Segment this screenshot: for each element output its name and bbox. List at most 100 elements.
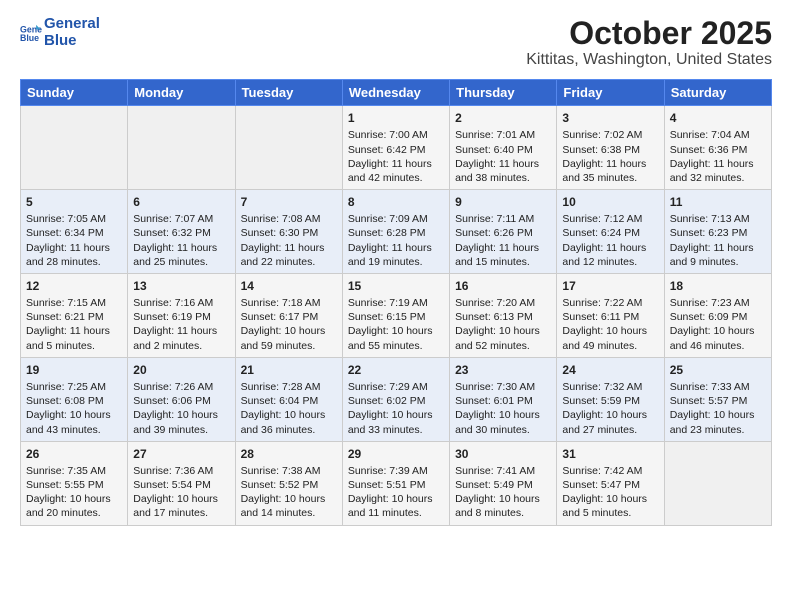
day-info: and 49 minutes.: [562, 339, 658, 353]
day-info: Sunrise: 7:20 AM: [455, 296, 551, 310]
day-info: Daylight: 11 hours: [455, 241, 551, 255]
page: General Blue General Blue October 2025 K…: [0, 0, 792, 536]
day-info: Daylight: 11 hours: [241, 241, 337, 255]
day-info: Daylight: 11 hours: [562, 157, 658, 171]
day-info: Sunrise: 7:28 AM: [241, 380, 337, 394]
day-info: Sunrise: 7:04 AM: [670, 128, 766, 142]
day-info: Sunset: 6:23 PM: [670, 226, 766, 240]
day-info: Sunset: 6:08 PM: [26, 394, 122, 408]
table-row: 24Sunrise: 7:32 AMSunset: 5:59 PMDayligh…: [557, 357, 664, 441]
svg-text:Blue: Blue: [20, 33, 39, 43]
day-info: Daylight: 10 hours: [455, 324, 551, 338]
day-info: Sunset: 5:55 PM: [26, 478, 122, 492]
logo: General Blue General Blue: [20, 16, 100, 49]
day-number: 8: [348, 194, 444, 210]
day-number: 6: [133, 194, 229, 210]
calendar-week-row: 19Sunrise: 7:25 AMSunset: 6:08 PMDayligh…: [21, 357, 772, 441]
day-info: Sunrise: 7:01 AM: [455, 128, 551, 142]
day-info: and 59 minutes.: [241, 339, 337, 353]
day-number: 1: [348, 110, 444, 126]
day-info: Sunrise: 7:18 AM: [241, 296, 337, 310]
day-info: and 46 minutes.: [670, 339, 766, 353]
day-info: and 52 minutes.: [455, 339, 551, 353]
day-info: Sunrise: 7:11 AM: [455, 212, 551, 226]
day-number: 30: [455, 446, 551, 462]
day-info: Sunset: 6:36 PM: [670, 143, 766, 157]
table-row: 29Sunrise: 7:39 AMSunset: 5:51 PMDayligh…: [342, 441, 449, 525]
table-row: 21Sunrise: 7:28 AMSunset: 6:04 PMDayligh…: [235, 357, 342, 441]
day-info: Sunset: 6:13 PM: [455, 310, 551, 324]
day-number: 27: [133, 446, 229, 462]
day-info: Daylight: 10 hours: [562, 408, 658, 422]
day-info: and 25 minutes.: [133, 255, 229, 269]
day-info: Sunset: 5:47 PM: [562, 478, 658, 492]
day-number: 24: [562, 362, 658, 378]
table-row: 2Sunrise: 7:01 AMSunset: 6:40 PMDaylight…: [450, 106, 557, 190]
day-info: Sunrise: 7:26 AM: [133, 380, 229, 394]
day-info: Sunset: 6:42 PM: [348, 143, 444, 157]
day-info: Sunrise: 7:38 AM: [241, 464, 337, 478]
day-info: Daylight: 10 hours: [26, 408, 122, 422]
table-row: 20Sunrise: 7:26 AMSunset: 6:06 PMDayligh…: [128, 357, 235, 441]
table-row: 17Sunrise: 7:22 AMSunset: 6:11 PMDayligh…: [557, 273, 664, 357]
day-info: and 15 minutes.: [455, 255, 551, 269]
day-info: Sunrise: 7:12 AM: [562, 212, 658, 226]
day-info: Sunset: 6:24 PM: [562, 226, 658, 240]
header-thursday: Thursday: [450, 80, 557, 106]
day-info: Daylight: 10 hours: [348, 324, 444, 338]
day-info: Daylight: 10 hours: [670, 324, 766, 338]
day-info: and 22 minutes.: [241, 255, 337, 269]
day-info: Daylight: 11 hours: [133, 324, 229, 338]
day-info: Sunrise: 7:19 AM: [348, 296, 444, 310]
day-info: Daylight: 11 hours: [348, 241, 444, 255]
location-title: Kittitas, Washington, United States: [526, 51, 772, 69]
day-number: 2: [455, 110, 551, 126]
header: General Blue General Blue October 2025 K…: [20, 16, 772, 69]
table-row: 3Sunrise: 7:02 AMSunset: 6:38 PMDaylight…: [557, 106, 664, 190]
day-info: Sunrise: 7:13 AM: [670, 212, 766, 226]
day-info: and 32 minutes.: [670, 171, 766, 185]
day-info: and 2 minutes.: [133, 339, 229, 353]
table-row: 18Sunrise: 7:23 AMSunset: 6:09 PMDayligh…: [664, 273, 771, 357]
day-info: Sunrise: 7:39 AM: [348, 464, 444, 478]
calendar-week-row: 5Sunrise: 7:05 AMSunset: 6:34 PMDaylight…: [21, 190, 772, 274]
day-info: Sunrise: 7:05 AM: [26, 212, 122, 226]
day-info: Sunset: 6:11 PM: [562, 310, 658, 324]
day-info: Daylight: 10 hours: [348, 408, 444, 422]
day-info: and 5 minutes.: [26, 339, 122, 353]
day-info: and 27 minutes.: [562, 423, 658, 437]
day-number: 19: [26, 362, 122, 378]
table-row: 25Sunrise: 7:33 AMSunset: 5:57 PMDayligh…: [664, 357, 771, 441]
table-row: 11Sunrise: 7:13 AMSunset: 6:23 PMDayligh…: [664, 190, 771, 274]
day-info: Sunrise: 7:42 AM: [562, 464, 658, 478]
day-number: 23: [455, 362, 551, 378]
month-title: October 2025: [526, 16, 772, 51]
day-number: 25: [670, 362, 766, 378]
calendar-week-row: 1Sunrise: 7:00 AMSunset: 6:42 PMDaylight…: [21, 106, 772, 190]
day-number: 5: [26, 194, 122, 210]
table-row: [664, 441, 771, 525]
day-info: Sunset: 5:51 PM: [348, 478, 444, 492]
day-number: 31: [562, 446, 658, 462]
table-row: 22Sunrise: 7:29 AMSunset: 6:02 PMDayligh…: [342, 357, 449, 441]
day-number: 14: [241, 278, 337, 294]
day-info: Sunrise: 7:30 AM: [455, 380, 551, 394]
day-number: 4: [670, 110, 766, 126]
day-info: and 23 minutes.: [670, 423, 766, 437]
table-row: [21, 106, 128, 190]
day-info: Daylight: 11 hours: [670, 157, 766, 171]
day-number: 21: [241, 362, 337, 378]
day-info: Daylight: 10 hours: [241, 492, 337, 506]
day-info: Sunrise: 7:41 AM: [455, 464, 551, 478]
day-info: and 38 minutes.: [455, 171, 551, 185]
table-row: 23Sunrise: 7:30 AMSunset: 6:01 PMDayligh…: [450, 357, 557, 441]
weekday-header-row: Sunday Monday Tuesday Wednesday Thursday…: [21, 80, 772, 106]
table-row: 1Sunrise: 7:00 AMSunset: 6:42 PMDaylight…: [342, 106, 449, 190]
day-info: and 55 minutes.: [348, 339, 444, 353]
calendar-week-row: 26Sunrise: 7:35 AMSunset: 5:55 PMDayligh…: [21, 441, 772, 525]
day-number: 15: [348, 278, 444, 294]
day-info: Sunset: 6:38 PM: [562, 143, 658, 157]
day-info: Sunrise: 7:15 AM: [26, 296, 122, 310]
header-wednesday: Wednesday: [342, 80, 449, 106]
day-info: Daylight: 10 hours: [562, 492, 658, 506]
